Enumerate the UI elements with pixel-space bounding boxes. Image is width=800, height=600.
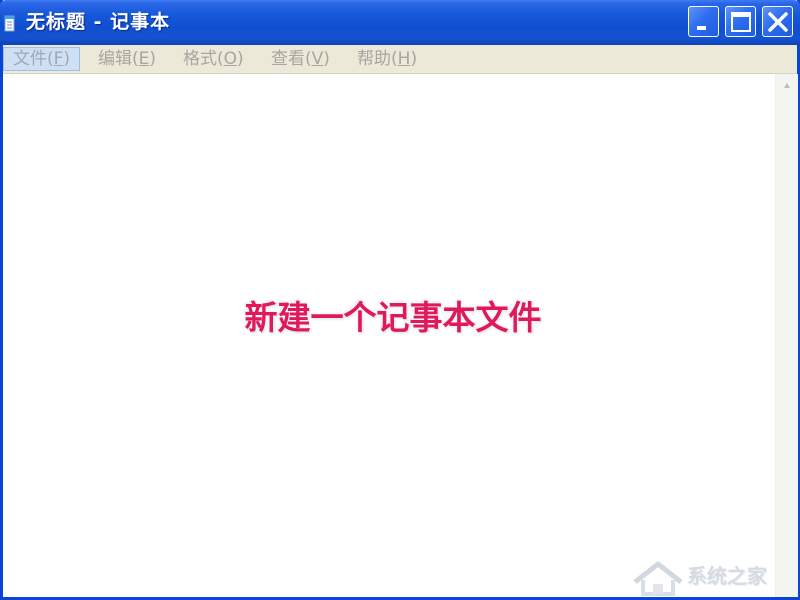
vertical-scrollbar[interactable] [775,74,798,597]
menu-file[interactable]: 文件(F) [3,47,81,71]
menu-format-mnemonic: O [223,49,238,69]
close-icon [768,12,788,32]
minimize-button[interactable] [688,6,719,37]
annotation-text: 新建一个记事本文件 [244,298,542,337]
watermark-logo-icon [633,561,683,596]
menu-view-mnemonic: V [311,49,324,69]
menu-file-label: 文件( [13,49,54,69]
menu-file-suffix: ) [63,49,71,69]
menu-edit[interactable]: 编辑(E) [89,47,165,71]
menu-format[interactable]: 格式(O) [174,47,253,71]
maximize-icon [731,12,751,32]
watermark-text: 系统之家 [687,564,767,588]
title-bar[interactable]: 无标题 - 记事本 [0,0,800,45]
notepad-window: 无标题 - 记事本 文件(F) 编辑(E) 格式(O) 查看(V) 帮助(H) [0,0,800,600]
menu-bar: 文件(F) 编辑(E) 格式(O) 查看(V) 帮助(H) [3,45,797,74]
menu-view-suffix: ) [323,49,330,69]
menu-file-mnemonic: F [53,49,64,69]
notepad-icon [4,15,15,32]
menu-help[interactable]: 帮助(H) [348,47,426,71]
menu-edit-suffix: ) [149,49,157,69]
menu-format-suffix: ) [237,49,244,69]
menu-edit-label: 编辑( [98,49,139,69]
chevron-up-icon[interactable] [780,80,794,92]
menu-edit-mnemonic: E [138,49,150,69]
window-title: 无标题 - 记事本 [26,11,171,33]
minimize-icon [697,26,706,30]
maximize-button[interactable] [725,6,756,37]
menu-help-label: 帮助( [357,49,398,69]
menu-view-label: 查看( [271,49,312,69]
watermark: 系统之家 [631,556,799,596]
menu-help-mnemonic: H [397,49,411,69]
menu-help-suffix: ) [410,49,418,69]
menu-view[interactable]: 查看(V) [262,47,339,71]
close-button[interactable] [762,6,793,37]
menu-format-label: 格式( [183,49,224,69]
